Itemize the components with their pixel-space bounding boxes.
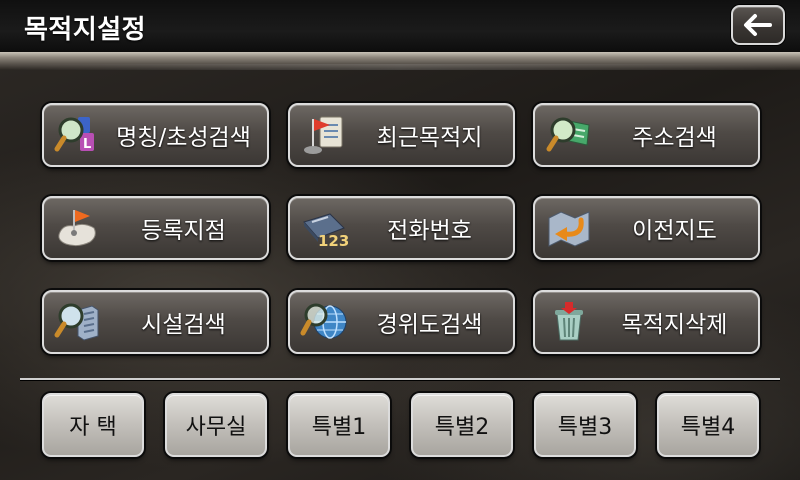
map-return-icon [545,206,593,250]
header-divider-band [0,52,800,70]
magnifier-globe-icon [300,300,348,344]
back-button[interactable] [731,5,785,45]
flag-map-icon [54,206,102,250]
magnifier-book-icon [545,113,593,157]
magnifier-building-icon [54,300,102,344]
saved-places-button[interactable]: 등록지점 [42,196,269,260]
arrow-left-icon [744,14,772,36]
facility-search-button[interactable]: 시설검색 [42,290,269,354]
coordinate-search-button[interactable]: 경위도검색 [288,290,515,354]
phonebook-icon: 123 [300,206,349,250]
svg-text:L: L [83,137,91,152]
home-button[interactable]: 자 택 [42,393,144,457]
special3-button[interactable]: 특별3 [534,393,636,457]
menu-label: 등록지점 [141,218,226,244]
menu-label: 주소검색 [632,125,717,151]
delete-destination-button[interactable]: 목적지삭제 [533,290,760,354]
special2-button[interactable]: 특별2 [411,393,513,457]
page-title: 목적지설정 [24,15,147,45]
address-search-button[interactable]: 주소검색 [533,103,760,167]
menu-label: 시설검색 [141,312,226,338]
menu-label: 최근목적지 [376,125,483,151]
header-bar: 목적지설정 [0,0,800,52]
magnifier-text-icon: L [54,113,102,157]
menu-label: 경위도검색 [376,312,483,338]
menu-label: 목적지삭제 [621,312,728,338]
special4-button[interactable]: 특별4 [657,393,759,457]
phone-number-button[interactable]: 123 전화번호 [288,196,515,260]
trash-icon [545,300,593,344]
menu-label: 명칭/초성검색 [116,125,251,151]
name-search-button[interactable]: L 명칭/초성검색 [42,103,269,167]
menu-label: 전화번호 [387,218,472,244]
flag-notepad-icon [300,113,348,157]
office-button[interactable]: 사무실 [165,393,267,457]
previous-map-button[interactable]: 이전지도 [533,196,760,260]
svg-text:123: 123 [318,232,348,250]
recent-destinations-button[interactable]: 최근목적지 [288,103,515,167]
section-divider [20,378,780,380]
special1-button[interactable]: 특별1 [288,393,390,457]
menu-label: 이전지도 [632,218,717,244]
